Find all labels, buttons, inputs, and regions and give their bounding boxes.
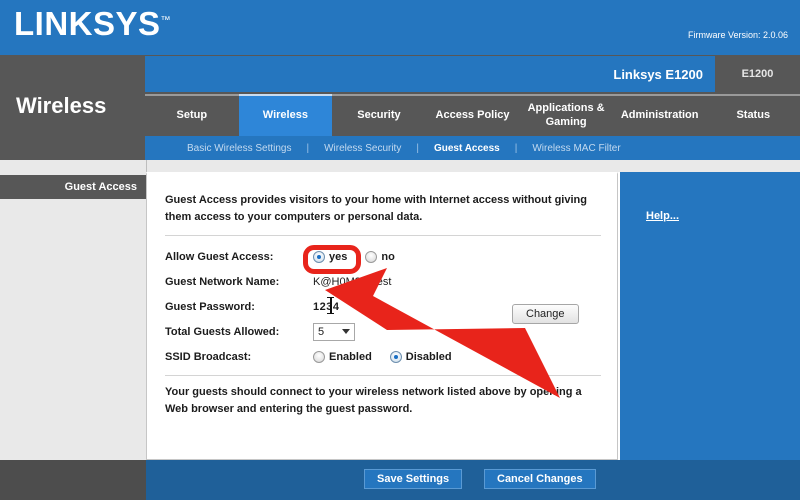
text-cursor-icon (327, 296, 334, 314)
sub-nav-bar: Basic Wireless Settings | Wireless Secur… (145, 136, 800, 160)
label-allow-guest-access: Allow Guest Access: (165, 250, 274, 263)
label-ssid-disabled[interactable]: Disabled (406, 351, 452, 363)
save-settings-button[interactable]: Save Settings (364, 469, 463, 489)
router-admin-screen: LINKSYS™ Firmware Version: 2.0.06 Wirele… (0, 0, 800, 500)
cancel-changes-button[interactable]: Cancel Changes (484, 469, 596, 489)
select-total-guests-value: 5 (318, 325, 325, 338)
model-name-bar: Linksys E1200 (145, 56, 715, 92)
help-link[interactable]: Help... (646, 210, 679, 222)
row-guest-network-name: Guest Network Name: K@H0M3-guest (165, 269, 601, 294)
brand-bar: LINKSYS™ Firmware Version: 2.0.06 (0, 0, 800, 55)
value-guest-password: 1234 (313, 296, 339, 314)
subnav-wireless-mac-filter[interactable]: Wireless MAC Filter (532, 143, 620, 154)
subnav-basic-wireless-settings[interactable]: Basic Wireless Settings (187, 143, 291, 154)
label-total-guests-allowed: Total Guests Allowed: (165, 325, 280, 338)
label-allow-guest-yes[interactable]: yes (329, 251, 347, 263)
tab-setup[interactable]: Setup (145, 94, 239, 136)
value-guest-network-name: K@H0M3-guest (313, 275, 392, 288)
trademark-icon: ™ (160, 15, 172, 26)
help-panel: Help... (618, 172, 800, 460)
subnav-separator: | (416, 142, 419, 154)
radio-ssid-enabled[interactable] (313, 350, 325, 363)
tab-access-policy[interactable]: Access Policy (425, 94, 520, 136)
rail-label-guest-access: Guest Access (0, 175, 146, 199)
subnav-wireless-security[interactable]: Wireless Security (324, 143, 401, 154)
row-ssid-broadcast: SSID Broadcast: Enabled Disabled (165, 344, 601, 369)
divider-bottom (165, 375, 601, 376)
subnav-guest-access[interactable]: Guest Access (434, 143, 500, 154)
content-panel: Guest Access provides visitors to your h… (146, 172, 618, 460)
divider-top (165, 235, 601, 236)
outro-text: Your guests should connect to your wirel… (165, 386, 582, 415)
footer-left-filler (0, 460, 146, 500)
change-password-button[interactable]: Change (512, 304, 579, 324)
tab-wireless[interactable]: Wireless (238, 94, 333, 136)
footer-bar: Save Settings Cancel Changes (146, 460, 800, 500)
page-title: Wireless (16, 93, 107, 118)
left-rail (0, 160, 147, 460)
main-tab-bar: Setup Wireless Security Access Policy Ap… (145, 94, 800, 136)
logo-text: LINKSYS (14, 5, 161, 42)
label-ssid-enabled[interactable]: Enabled (329, 351, 372, 363)
radio-allow-guest-yes[interactable] (313, 250, 325, 263)
model-short-name[interactable]: E1200 (715, 56, 800, 92)
intro-text: Guest Access provides visitors to your h… (165, 194, 587, 223)
tab-security[interactable]: Security (332, 94, 426, 136)
label-allow-guest-no[interactable]: no (381, 251, 394, 263)
chevron-down-icon (342, 329, 350, 334)
label-ssid-broadcast: SSID Broadcast: (165, 350, 252, 363)
subnav-separator: | (306, 142, 310, 154)
row-allow-guest-access: Allow Guest Access: yes no (165, 244, 601, 269)
select-total-guests-allowed[interactable]: 5 (313, 322, 355, 341)
model-full-name: Linksys E1200 (613, 67, 703, 82)
label-guest-network-name: Guest Network Name: (165, 275, 280, 288)
tab-administration[interactable]: Administration (612, 94, 707, 136)
radio-ssid-disabled[interactable] (389, 350, 402, 363)
linksys-logo: LINKSYS™ (14, 5, 171, 43)
firmware-version: Firmware Version: 2.0.06 (687, 30, 788, 40)
label-guest-password: Guest Password: (165, 300, 255, 313)
tab-applications-gaming[interactable]: Applications & Gaming (519, 94, 613, 136)
subnav-separator: | (514, 142, 518, 154)
radio-allow-guest-no[interactable] (365, 250, 378, 263)
tab-status[interactable]: Status (706, 94, 800, 136)
